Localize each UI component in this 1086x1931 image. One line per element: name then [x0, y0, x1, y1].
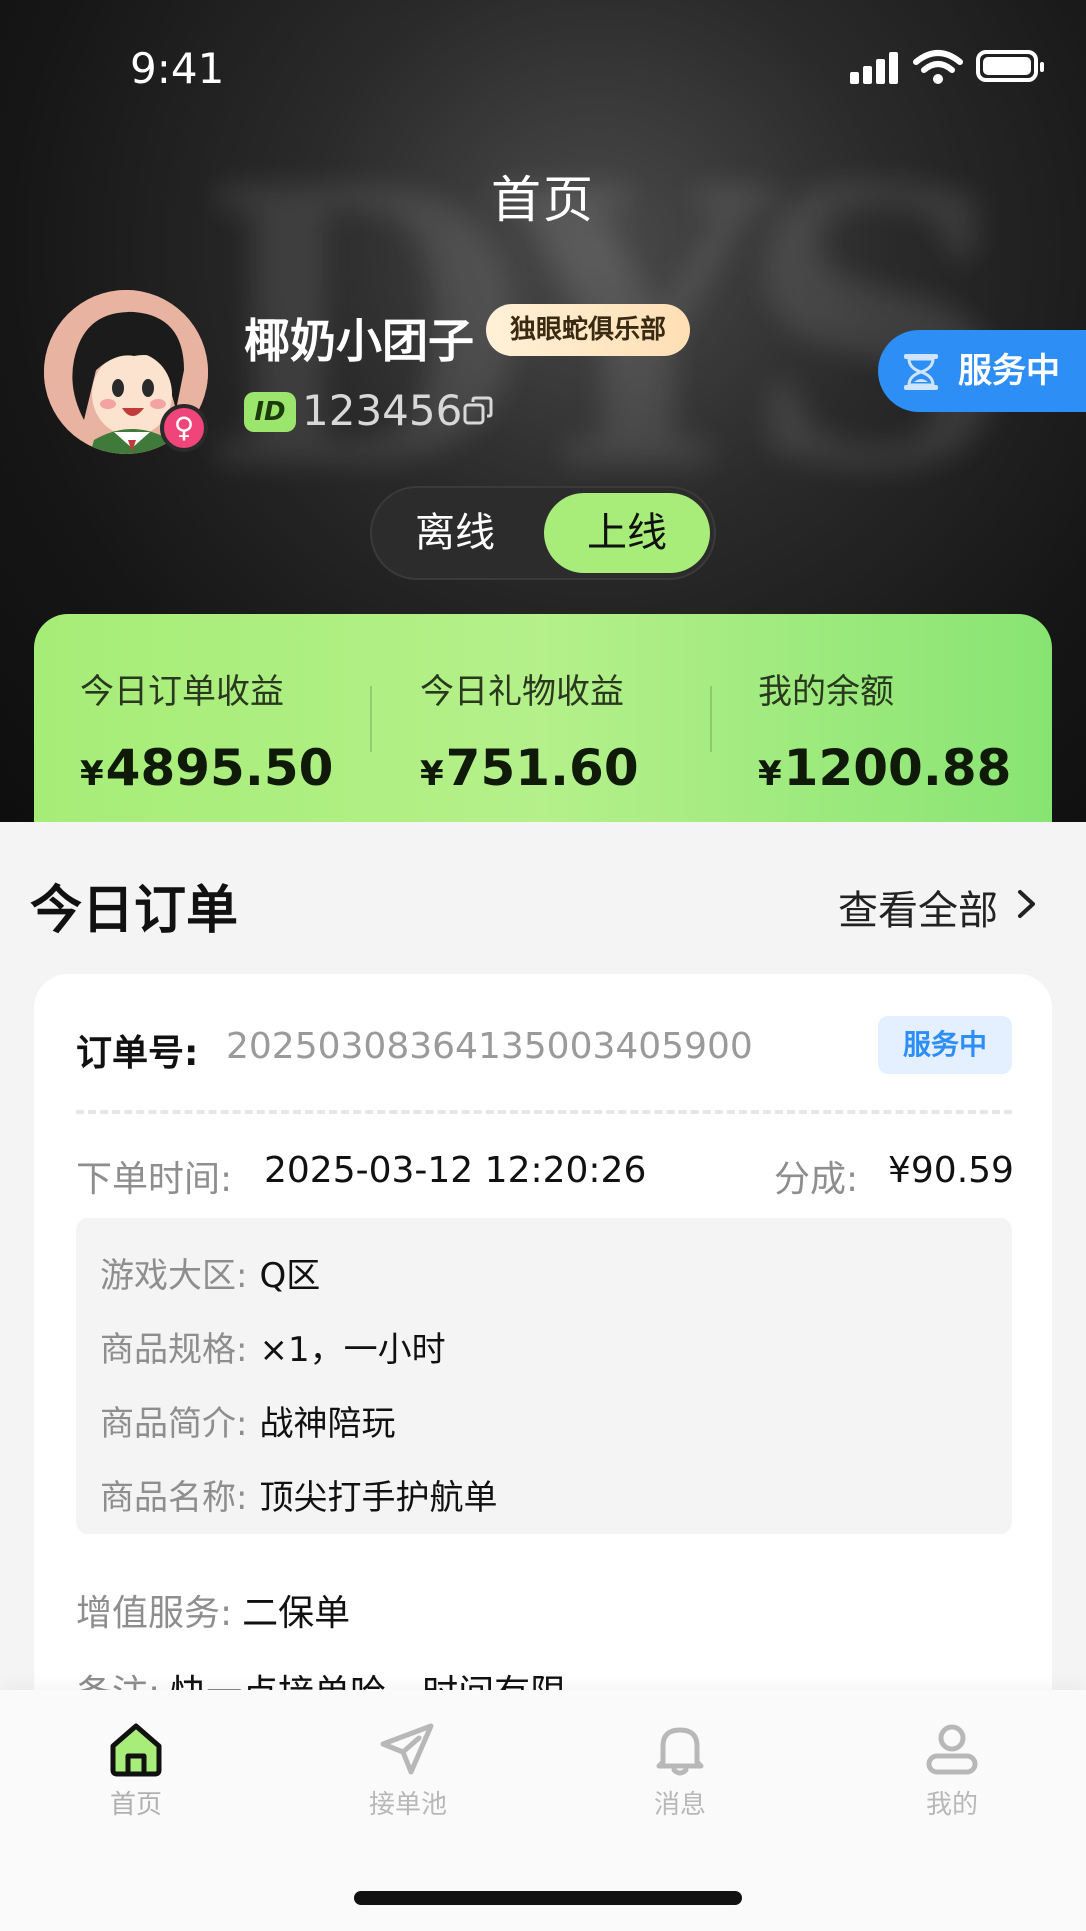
header-hero: DYS 9:41 首页 ♀ 椰奶小团子 独眼蛇俱乐部 ID 123456 服务中… [0, 0, 1086, 822]
tab-home[interactable]: 首页 [56, 1720, 216, 1821]
service-status-label: 服务中 [958, 351, 1060, 391]
earning-label: 今日礼物收益 [420, 672, 624, 712]
tab-mine[interactable]: 我的 [872, 1720, 1032, 1821]
female-icon: ♀ [160, 404, 208, 452]
tab-label: 首页 [109, 1790, 162, 1820]
earning-value: ¥4895.50 [80, 739, 334, 797]
toggle-offline[interactable]: 离线 [370, 486, 540, 580]
section-title-today-orders: 今日订单 [30, 881, 239, 941]
earning-balance[interactable]: 我的余额 ¥1200.88 [758, 664, 1011, 797]
share-value: ¥90.59 [888, 1150, 1014, 1191]
view-all-link[interactable]: 查看全部 [838, 878, 998, 936]
bell-icon [656, 1727, 704, 1776]
order-number: 2025030836413500340590​0 [226, 1026, 753, 1067]
detail-row-product-name: 商品名称: 顶尖打手护航单 [100, 1478, 498, 1518]
earning-order-income[interactable]: 今日订单收益 ¥4895.50 [80, 664, 333, 797]
share-label: 分成: [774, 1159, 859, 1200]
value-added-service: 增值服务: 二保单 [76, 1593, 351, 1634]
tab-label: 接单池 [368, 1790, 447, 1820]
dashed-divider [76, 1110, 1012, 1114]
earning-label: 今日订单收益 [80, 672, 284, 712]
home-indicator [354, 1891, 742, 1905]
detail-row-spec: 商品规格: ×1，一小时 [100, 1330, 446, 1370]
wifi-icon [913, 50, 963, 84]
club-tag[interactable]: 独眼蛇俱乐部 [486, 304, 691, 356]
status-bar: 9:41 [0, 0, 1086, 130]
user-icon [926, 1724, 978, 1775]
tab-order-pool[interactable]: 接单池 [328, 1720, 488, 1821]
cellular-signal-icon [850, 52, 902, 84]
earning-label: 我的余额 [758, 672, 894, 712]
tab-label: 消息 [653, 1790, 706, 1820]
divider [710, 686, 712, 752]
earnings-card: 今日订单收益 ¥4895.50 今日礼物收益 ¥751.60 我的余额 ¥120… [34, 614, 1052, 822]
status-time: 9:41 [130, 44, 225, 93]
order-details: 游戏大区: Q区 商品规格: ×1，一小时 商品简介: 战神陪玩 商品名称: 顶尖打手护… [76, 1218, 1012, 1534]
copy-icon[interactable] [463, 396, 493, 426]
toggle-online[interactable]: 上线 [544, 493, 710, 573]
earning-value: ¥1200.88 [758, 739, 1012, 797]
page-title: 首页 [491, 171, 595, 229]
order-card[interactable]: 订单号: 2025030836413500340590​0 服务中 下单时间: … [34, 974, 1052, 1734]
earning-value: ¥751.60 [420, 739, 639, 797]
online-toggle[interactable]: 离线 上线 [370, 486, 716, 580]
id-badge: ID [244, 392, 296, 432]
divider [370, 686, 372, 752]
tab-messages[interactable]: 消息 [600, 1720, 760, 1821]
nickname: 椰奶小团子 [244, 314, 474, 368]
earning-gift-income[interactable]: 今日礼物收益 ¥751.60 [420, 664, 639, 797]
order-time: 2025-03-12 12:20:26 [264, 1150, 647, 1191]
order-time-label: 下单时间: [76, 1159, 233, 1200]
order-number-label: 订单号: [76, 1033, 199, 1074]
user-id: 123456 [302, 386, 463, 435]
send-icon [380, 1723, 434, 1775]
detail-row-game-zone: 游戏大区: Q区 [100, 1256, 321, 1296]
status-badge: 服务中 [878, 1016, 1012, 1074]
home-icon [110, 1723, 162, 1777]
hourglass-icon [904, 354, 938, 390]
tab-label: 我的 [925, 1790, 978, 1820]
chevron-right-icon[interactable] [1016, 888, 1038, 920]
battery-icon [976, 50, 1044, 82]
detail-row-intro: 商品简介: 战神陪玩 [100, 1404, 396, 1444]
